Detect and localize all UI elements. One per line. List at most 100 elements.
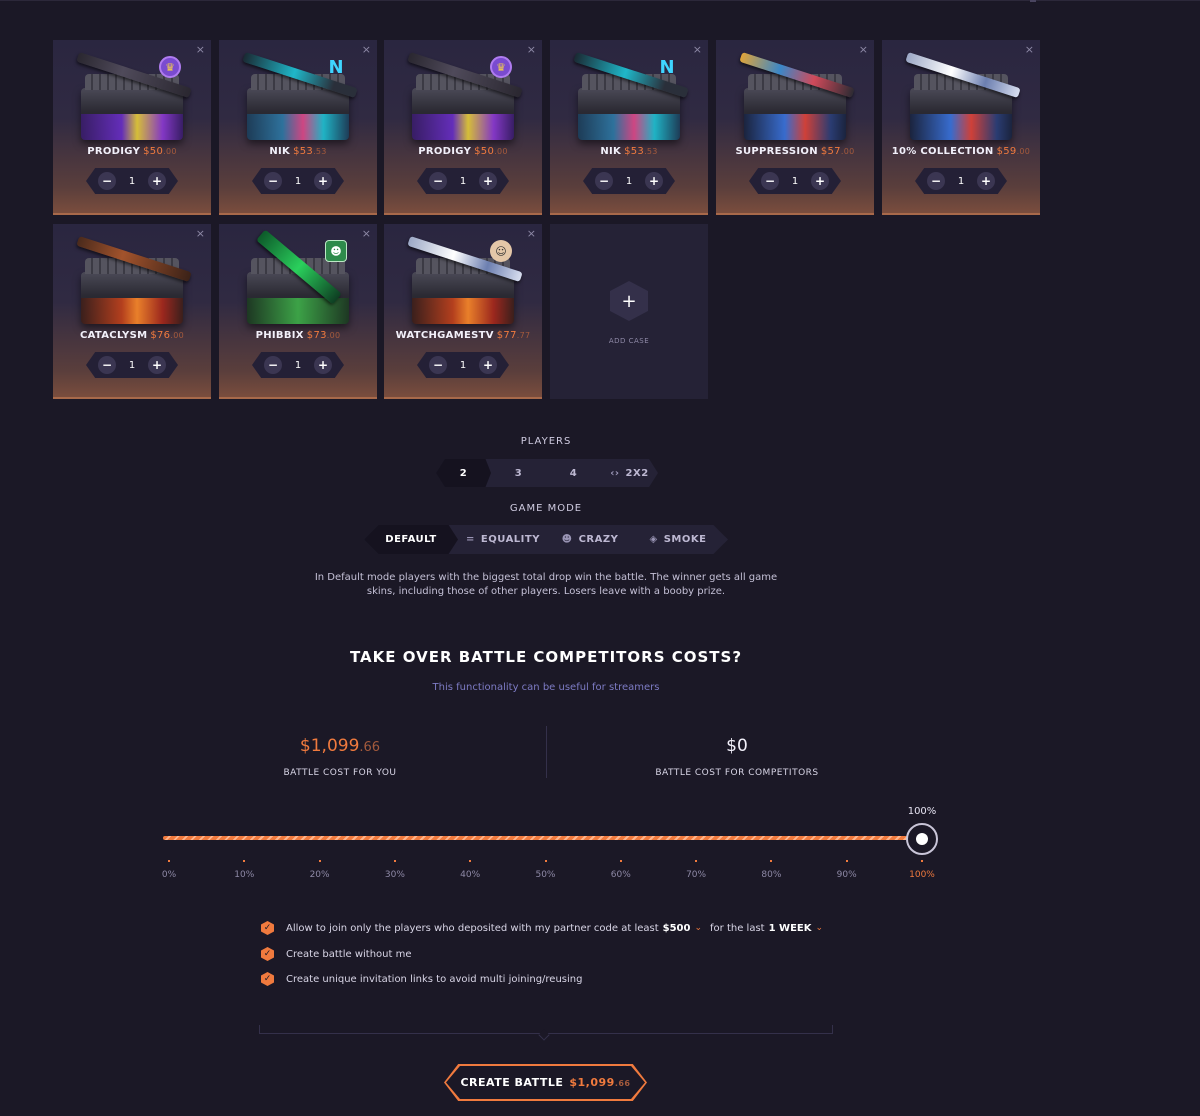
quantity-stepper: −1 + bbox=[417, 352, 509, 378]
players-option-2x2[interactable]: ‹› 2X2 bbox=[601, 459, 658, 487]
case-card[interactable]: × ♛ PRODIGY $50.00 −1 + bbox=[384, 40, 542, 215]
case-price-main: $76 bbox=[150, 330, 171, 341]
close-icon[interactable]: × bbox=[693, 43, 702, 56]
quantity-stepper: −1 + bbox=[749, 168, 841, 194]
add-case-card[interactable]: + ADD CASE bbox=[550, 224, 708, 399]
create-battle-price-main: $1,099 bbox=[569, 1076, 615, 1089]
case-price-cents: .00 bbox=[494, 147, 508, 156]
case-card[interactable]: × CATACLYSM $76.00 −1 + bbox=[53, 224, 211, 399]
minus-icon[interactable]: − bbox=[264, 356, 282, 374]
slider-tick-label[interactable]: 80% bbox=[751, 870, 791, 880]
case-decal bbox=[412, 114, 514, 140]
case-card[interactable]: × N NIK $53.53 −1 + bbox=[219, 40, 377, 215]
plus-icon[interactable]: + bbox=[811, 172, 829, 190]
plus-icon[interactable]: + bbox=[645, 172, 663, 190]
close-icon[interactable]: × bbox=[196, 43, 205, 56]
plus-icon[interactable]: + bbox=[977, 172, 995, 190]
quantity-value: 1 bbox=[791, 175, 799, 187]
plus-icon[interactable]: + bbox=[314, 172, 332, 190]
slider-tick-label[interactable]: 30% bbox=[375, 870, 415, 880]
minus-icon[interactable]: − bbox=[927, 172, 945, 190]
plus-icon[interactable]: + bbox=[610, 281, 648, 321]
plus-icon[interactable]: + bbox=[479, 172, 497, 190]
n-badge-icon: N bbox=[659, 56, 675, 78]
chevron-down-icon[interactable]: ⌄ bbox=[694, 923, 702, 933]
checkbox-partner-code[interactable]: ✓ bbox=[261, 921, 274, 935]
option-unique-links: ✓ Create unique invitation links to avoi… bbox=[261, 972, 582, 986]
checkbox-unique-links[interactable]: ✓ bbox=[261, 972, 274, 986]
players-option-4[interactable]: 4 bbox=[546, 459, 601, 487]
slider-tick-label[interactable]: 70% bbox=[676, 870, 716, 880]
deposit-amount-dropdown[interactable]: $500 bbox=[663, 923, 691, 934]
option-without-me: ✓ Create battle without me bbox=[261, 947, 412, 961]
case-price: $53.53 bbox=[624, 146, 658, 157]
minus-icon[interactable]: − bbox=[98, 356, 116, 374]
case-name: PRODIGY $50.00 bbox=[53, 146, 211, 157]
minus-icon[interactable]: − bbox=[264, 172, 282, 190]
plus-icon[interactable]: + bbox=[148, 172, 166, 190]
case-card[interactable]: × 10% COLLECTION $59.00 −1 + bbox=[882, 40, 1040, 215]
close-icon[interactable]: × bbox=[859, 43, 868, 56]
cost-share-slider-thumb[interactable] bbox=[906, 823, 938, 855]
close-icon[interactable]: × bbox=[1025, 43, 1034, 56]
checkbox-without-me[interactable]: ✓ bbox=[261, 947, 274, 961]
case-card[interactable]: × SUPPRESSION $57.00 −1 + bbox=[716, 40, 874, 215]
close-icon[interactable]: × bbox=[196, 227, 205, 240]
players-option-3[interactable]: 3 bbox=[491, 459, 546, 487]
slider-tick-label[interactable]: 90% bbox=[827, 870, 867, 880]
plus-icon[interactable]: + bbox=[314, 356, 332, 374]
mode-smoke[interactable]: ◈ SMOKE bbox=[632, 525, 724, 554]
case-name-text: WATCHGAMESTV bbox=[395, 330, 494, 341]
case-price-cents: .77 bbox=[516, 331, 531, 340]
minus-icon[interactable]: − bbox=[98, 172, 116, 190]
cost-share-slider-track[interactable] bbox=[163, 836, 922, 840]
case-card[interactable]: × ☻ PHIBBIX $73.00 −1 + bbox=[219, 224, 377, 399]
close-icon[interactable]: × bbox=[527, 227, 536, 240]
case-name: 10% COLLECTION $59.00 bbox=[882, 146, 1040, 157]
slider-tick-label[interactable]: 60% bbox=[601, 870, 641, 880]
slider-tick bbox=[393, 860, 396, 862]
crown-badge-icon: ♛ bbox=[490, 56, 512, 78]
minus-icon[interactable]: − bbox=[429, 172, 447, 190]
mode-crazy[interactable]: ☻ CRAZY bbox=[548, 525, 632, 554]
case-name-text: 10% COLLECTION bbox=[891, 146, 994, 157]
case-name-text: SUPPRESSION bbox=[735, 146, 818, 157]
case-price: $50.00 bbox=[143, 146, 177, 157]
case-card[interactable]: × ♛ PRODIGY $50.00 −1 + bbox=[53, 40, 211, 215]
case-price-cents: .00 bbox=[163, 147, 177, 156]
shield-badge-icon: ☻ bbox=[325, 240, 347, 262]
equals-icon: = bbox=[466, 534, 475, 545]
slider-tick-label[interactable]: 20% bbox=[300, 870, 340, 880]
mode-equality[interactable]: = EQUALITY bbox=[458, 525, 548, 554]
battle-cost-for-competitors: $0 bbox=[726, 736, 748, 756]
close-icon[interactable]: × bbox=[527, 43, 536, 56]
minus-icon[interactable]: − bbox=[761, 172, 779, 190]
mode-default[interactable]: DEFAULT bbox=[364, 525, 458, 554]
period-dropdown[interactable]: 1 WEEK bbox=[769, 923, 812, 934]
minus-icon[interactable]: − bbox=[429, 356, 447, 374]
cost-divider bbox=[546, 726, 547, 778]
plus-icon[interactable]: + bbox=[148, 356, 166, 374]
close-icon[interactable]: × bbox=[362, 227, 371, 240]
slider-tick-label[interactable]: 0% bbox=[149, 870, 189, 880]
slider-tick-label[interactable]: 40% bbox=[450, 870, 490, 880]
chevron-down-icon[interactable]: ⌄ bbox=[815, 923, 823, 933]
players-option-2[interactable]: 2 bbox=[436, 459, 491, 487]
create-battle-price-cents: .66 bbox=[614, 1079, 631, 1088]
slider-tick-label[interactable]: 100% bbox=[902, 870, 942, 880]
close-icon[interactable]: × bbox=[362, 43, 371, 56]
option-unique-links-text: Create unique invitation links to avoid … bbox=[286, 973, 583, 985]
case-card[interactable]: × ☺ WATCHGAMESTV $77.77 −1 + bbox=[384, 224, 542, 399]
minus-icon[interactable]: − bbox=[595, 172, 613, 190]
case-image bbox=[81, 74, 183, 140]
quantity-value: 1 bbox=[625, 175, 633, 187]
case-price-main: $77 bbox=[496, 330, 517, 341]
case-card[interactable]: × N NIK $53.53 −1 + bbox=[550, 40, 708, 215]
plus-icon[interactable]: + bbox=[479, 356, 497, 374]
case-name-text: PRODIGY bbox=[418, 146, 472, 157]
case-price-main: $73 bbox=[306, 330, 327, 341]
slider-tick-label[interactable]: 10% bbox=[224, 870, 264, 880]
create-battle-button[interactable]: CREATE BATTLE $1,099.66 bbox=[444, 1064, 647, 1101]
slider-tick-label[interactable]: 50% bbox=[526, 870, 566, 880]
case-price-cents: .00 bbox=[326, 331, 341, 340]
